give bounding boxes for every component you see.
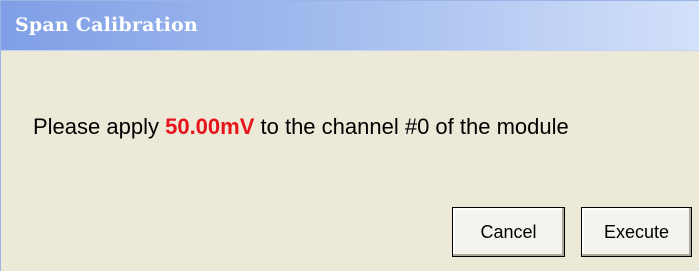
span-calibration-dialog: Span Calibration Please apply 50.00mV to… [0,0,699,271]
calibration-message: Please apply 50.00mV to the channel #0 o… [33,114,569,140]
message-suffix: to the channel #0 of the module [254,114,569,139]
voltage-value: 50.00mV [165,114,255,139]
dialog-titlebar[interactable]: Span Calibration [1,1,699,51]
dialog-title: Span Calibration [15,14,198,36]
execute-button[interactable]: Execute [581,207,692,257]
message-prefix: Please apply [33,114,166,139]
cancel-button[interactable]: Cancel [452,207,565,257]
